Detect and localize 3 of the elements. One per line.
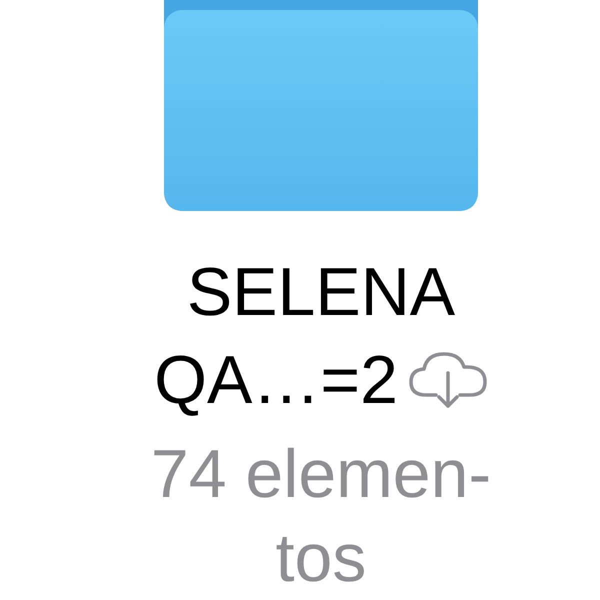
folder-name: SELENA QA…=2	[141, 248, 501, 424]
cloud-download-icon[interactable]	[408, 351, 488, 409]
item-count: 74 elemen-tos	[150, 435, 492, 598]
